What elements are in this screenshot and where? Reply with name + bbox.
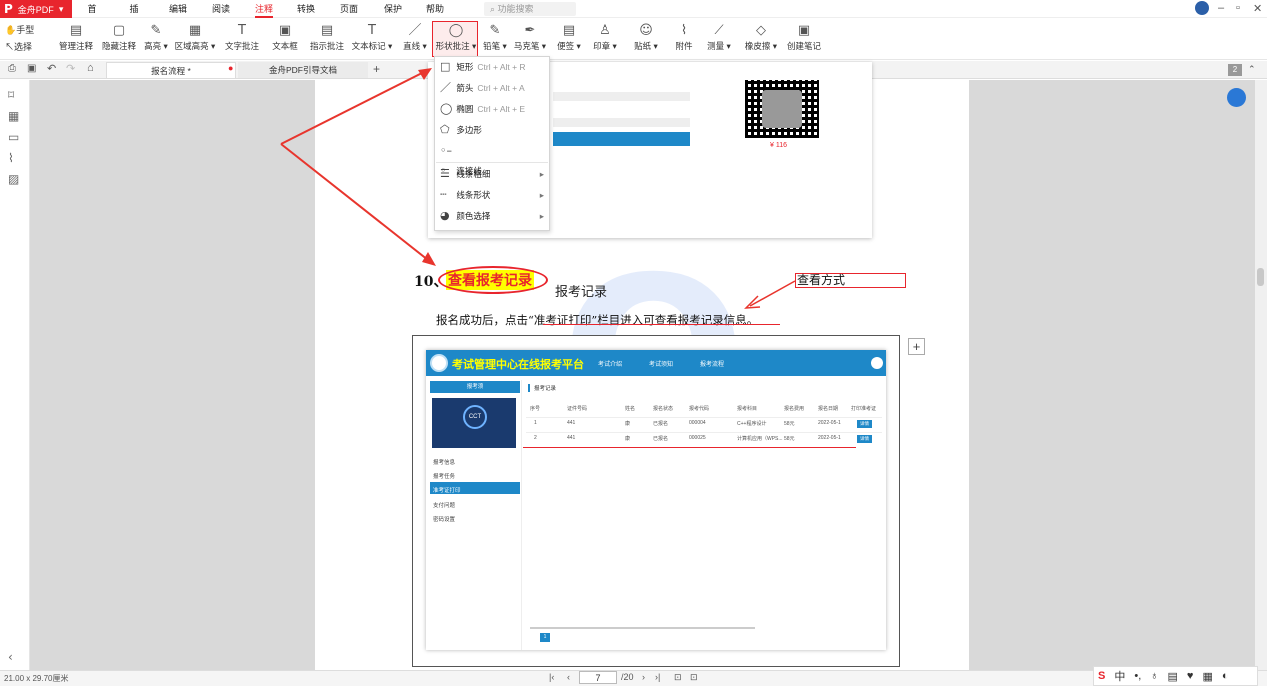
table-header-cell: 报名费用 bbox=[784, 406, 805, 412]
menu-item-label: 椭圆 bbox=[456, 104, 474, 114]
table-cell: 计算机应用（WPS... bbox=[737, 436, 783, 442]
table-header-cell: 姓名 bbox=[625, 406, 636, 412]
menu-item-ellipse[interactable]: ◯ 椭圆 Ctrl + Alt + E bbox=[440, 99, 548, 119]
embedded-hscroll bbox=[530, 627, 755, 629]
menu-item-polygon[interactable]: ⬠ 多边形 bbox=[440, 120, 548, 140]
first-page-icon[interactable]: |‹ bbox=[549, 672, 554, 682]
side-item-active: 准考证打印 bbox=[433, 488, 461, 494]
arrow-head bbox=[422, 252, 436, 266]
table-cell: 000004 bbox=[689, 420, 706, 426]
table-cell: 441 bbox=[567, 435, 576, 441]
submenu-arrow-icon: ▸ bbox=[539, 169, 544, 179]
section-title: 报考记录 bbox=[534, 386, 557, 392]
section-marker bbox=[528, 384, 530, 392]
nav-intro: 考试介绍 bbox=[598, 362, 623, 368]
nav-notice: 考试须知 bbox=[649, 362, 674, 368]
menu-item-label: 矩形 bbox=[456, 62, 474, 72]
side-item: 密码设置 bbox=[433, 517, 456, 523]
next-page-icon[interactable]: › bbox=[642, 672, 645, 682]
ime-chinese-mode[interactable]: 中 bbox=[1114, 668, 1125, 684]
table-cell: 已报名 bbox=[653, 421, 669, 427]
table-cell: 58元 bbox=[784, 436, 795, 442]
fit-width-icon[interactable]: ⊡ bbox=[690, 672, 698, 683]
menu-item-arrow[interactable]: ／ 箭头 Ctrl + Alt + A bbox=[440, 78, 548, 98]
last-page-icon[interactable]: ›| bbox=[655, 672, 660, 682]
table-cell: 1 bbox=[534, 420, 537, 426]
table-cell: 康 bbox=[625, 436, 631, 442]
apps-grid-icon[interactable]: ▦ bbox=[1202, 670, 1212, 683]
shortcut-text: Ctrl + Alt + E bbox=[477, 104, 526, 114]
table-cell: 000025 bbox=[689, 435, 706, 441]
shortcut-text: Ctrl + Alt + A bbox=[477, 83, 525, 93]
ellipse-icon: ◯ bbox=[440, 102, 453, 115]
page-total: /20 bbox=[621, 672, 634, 682]
keyboard-icon[interactable]: ▤ bbox=[1168, 670, 1178, 683]
platform-title: 考试管理中心在线报考平台 bbox=[452, 358, 584, 371]
page-number-input[interactable]: 7 bbox=[579, 671, 617, 684]
table-header-cell: 报名状态 bbox=[653, 406, 674, 412]
detail-button[interactable]: 详情 bbox=[857, 435, 872, 443]
table-header-cell: 报考科目 bbox=[737, 406, 758, 412]
polygon-icon: ⬠ bbox=[440, 123, 450, 136]
table-cell: 2022-05-1 bbox=[818, 420, 841, 426]
menu-item-connector[interactable]: ◦–◦ 连接线 bbox=[440, 141, 548, 177]
ime-toolbar[interactable]: S 中 •, ♁ ▤ ♥ ▦ ◐ bbox=[1093, 666, 1258, 686]
table-cell: 康 bbox=[625, 421, 631, 427]
rect-icon: □ bbox=[440, 60, 451, 73]
side-item: 报考信息 bbox=[433, 460, 456, 466]
mascot-icon[interactable]: ◐ bbox=[1222, 670, 1229, 682]
table-header-cell: 打印准考证 bbox=[851, 406, 877, 412]
menu-item-label: 多边形 bbox=[456, 125, 482, 135]
menu-item-label: 颜色选择 bbox=[456, 211, 491, 221]
fit-page-icon[interactable]: ⊡ bbox=[674, 672, 682, 683]
mic-icon[interactable]: ♁ bbox=[1150, 670, 1158, 682]
pager-current: 1 bbox=[540, 633, 550, 642]
page-size-text: 21.00 x 29.70厘米 bbox=[4, 674, 69, 683]
detail-button[interactable]: 详情 bbox=[857, 420, 872, 428]
table-header-cell: 报考代码 bbox=[689, 406, 710, 412]
line-weight-icon: ☰ bbox=[440, 167, 450, 180]
table-header-cell: 序号 bbox=[530, 406, 541, 412]
table-cell: 58元 bbox=[784, 421, 795, 427]
embedded-user-icon bbox=[871, 357, 883, 369]
menu-item-label: 箭头 bbox=[456, 83, 474, 93]
shortcut-text: Ctrl + Alt + R bbox=[477, 62, 526, 72]
table-header-cell: 报名日期 bbox=[818, 406, 839, 412]
submenu-arrow-icon: ▸ bbox=[539, 211, 544, 221]
table-cell: C++程序设计 bbox=[737, 421, 767, 427]
platform-logo-icon bbox=[430, 354, 448, 372]
skin-icon[interactable]: ♥ bbox=[1187, 670, 1194, 682]
embedded-side-head: 报考须 bbox=[430, 381, 520, 393]
submenu-arrow-icon: ▸ bbox=[539, 190, 544, 200]
menu-item-rect[interactable]: □ 矩形 Ctrl + Alt + R bbox=[440, 57, 548, 77]
table-cell: 已报名 bbox=[653, 436, 669, 442]
side-item: 报考任务 bbox=[433, 474, 456, 480]
line-style-icon: ┄ bbox=[440, 188, 447, 201]
arrow-annotation-1[interactable] bbox=[280, 71, 425, 145]
menu-item-label: 线条粗细 bbox=[456, 169, 491, 179]
menu-item-color[interactable]: ◕ 颜色选择 ▸ bbox=[440, 206, 548, 226]
menu-separator bbox=[436, 162, 548, 163]
nav-process: 报考流程 bbox=[700, 362, 725, 368]
side-item: 支付问题 bbox=[433, 503, 456, 509]
prev-page-icon[interactable]: ‹ bbox=[567, 672, 570, 682]
arrow-icon: ／ bbox=[440, 81, 451, 94]
menu-item-line-style[interactable]: ┄ 线条形状 ▸ bbox=[440, 185, 548, 205]
menu-item-line-weight[interactable]: ☰ 线条粗细 ▸ bbox=[440, 164, 548, 184]
sogou-logo-icon: S bbox=[1098, 670, 1106, 682]
table-cell: 2022-05-1 bbox=[818, 435, 841, 441]
color-icon: ◕ bbox=[440, 209, 450, 222]
menu-item-label: 线条形状 bbox=[456, 190, 491, 200]
arrow-annotation-2[interactable] bbox=[280, 143, 429, 261]
punctuation-icon[interactable]: •, bbox=[1134, 670, 1141, 682]
table-cell: 2 bbox=[534, 435, 537, 441]
table-cell: 441 bbox=[567, 420, 576, 426]
table-header-cell: 证件号码 bbox=[567, 406, 588, 412]
cct-badge-icon: CCT bbox=[463, 405, 487, 429]
arrow-annotation-3[interactable] bbox=[749, 280, 796, 307]
table-underline-annotation[interactable] bbox=[523, 447, 856, 448]
